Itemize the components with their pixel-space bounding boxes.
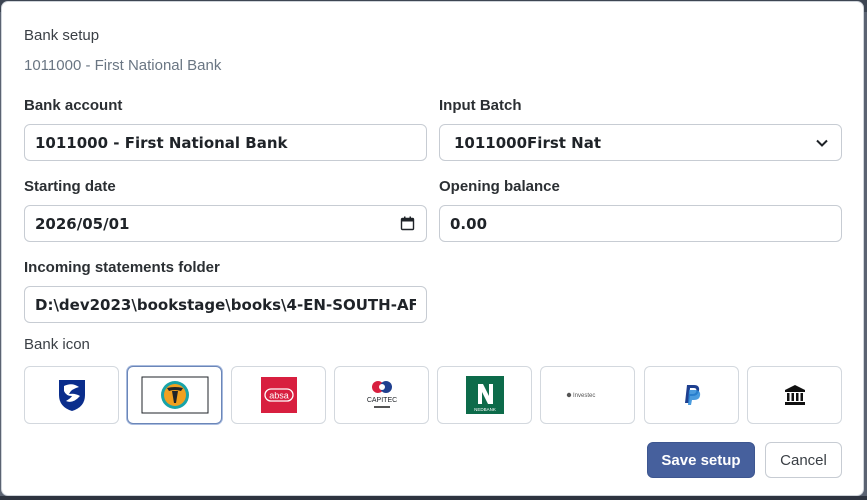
opening-balance-label: Opening balance — [439, 178, 560, 195]
absa-logo: absa — [260, 377, 297, 413]
capitec-icon-text: CAPITEC — [366, 397, 396, 404]
bank-icon-option-investec[interactable]: Investec — [540, 366, 635, 424]
nedbank-logo: NEDBANK — [465, 376, 504, 414]
statements-folder-label: Incoming statements folder — [24, 259, 220, 276]
generic-bank-icon — [784, 385, 805, 405]
statements-folder-value: D:\dev2023\bookstage\books\4-EN-SOUTH-AF… — [35, 295, 416, 314]
opening-balance-value: 0.00 — [450, 214, 488, 233]
dialog-subtitle: 1011000 - First National Bank — [24, 57, 222, 74]
standard-bank-icon — [58, 380, 85, 411]
backdrop-bottom — [0, 496, 867, 500]
statements-folder-field[interactable]: D:\dev2023\bookstage\books\4-EN-SOUTH-AF… — [24, 286, 427, 323]
cancel-button[interactable]: Cancel — [765, 442, 842, 478]
investec-logo: Investec — [566, 392, 595, 399]
bank-icon-option-generic[interactable] — [747, 366, 842, 424]
fnb-icon — [141, 376, 208, 414]
input-batch-select[interactable]: 1011000First Nat — [439, 124, 842, 161]
bank-icon-option-fnb[interactable] — [127, 366, 222, 424]
input-batch-label: Input Batch — [439, 97, 522, 114]
opening-balance-field[interactable]: 0.00 — [439, 205, 842, 242]
input-batch-value: 1011000First Nat — [454, 133, 602, 152]
bank-account-field[interactable]: 1011000 - First National Bank — [24, 124, 427, 161]
bank-icon-option-capitec[interactable]: CAPITEC — [334, 366, 429, 424]
bank-icon-option-absa[interactable]: absa — [231, 366, 326, 424]
paypal-icon — [684, 385, 700, 405]
bank-account-label: Bank account — [24, 97, 123, 114]
starting-date-value: 2026/05/01 — [35, 214, 130, 233]
capitec-logo: CAPITEC — [366, 381, 397, 408]
bank-icon-option-nedbank[interactable]: NEDBANK — [437, 366, 532, 424]
absa-icon-text: absa — [269, 391, 289, 401]
bank-account-value: 1011000 - First National Bank — [35, 133, 288, 152]
bank-icon-label: Bank icon — [24, 336, 90, 353]
bank-setup-dialog: Bank setup 1011000 - First National Bank… — [1, 1, 864, 496]
starting-date-label: Starting date — [24, 178, 116, 195]
starting-date-field[interactable]: 2026/05/01 — [24, 205, 427, 242]
calendar-icon[interactable] — [398, 215, 416, 233]
save-setup-button[interactable]: Save setup — [647, 442, 755, 478]
dialog-title: Bank setup — [24, 27, 100, 44]
chevron-down-icon — [813, 134, 831, 152]
investec-icon-text: Investec — [573, 393, 595, 399]
nedbank-icon-text: NEDBANK — [474, 407, 496, 412]
bank-icon-option-paypal[interactable] — [644, 366, 739, 424]
bank-icon-option-standard-bank[interactable] — [24, 366, 119, 424]
